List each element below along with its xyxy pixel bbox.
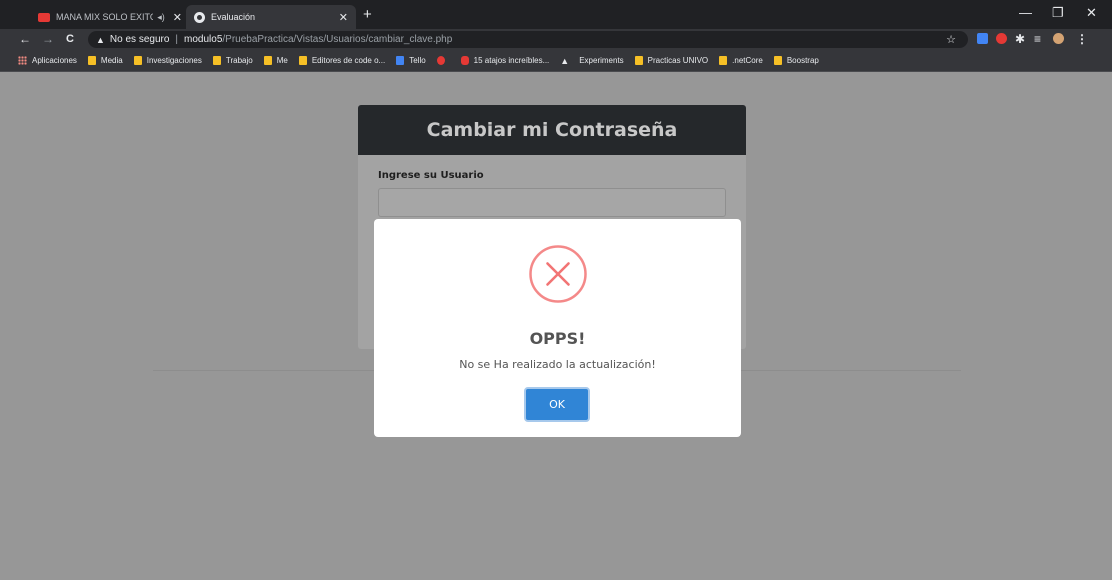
bookmark-label: Tello <box>409 56 426 65</box>
folder-icon <box>298 56 307 65</box>
warning-icon: ▲ <box>96 34 105 45</box>
bookmark-label: Me <box>276 56 288 65</box>
bookmark-netcore[interactable]: .netCore <box>719 56 763 65</box>
speaker-icon[interactable]: ◂) <box>157 12 165 23</box>
record-extension-icon[interactable] <box>996 33 1007 44</box>
globe-icon <box>194 11 205 23</box>
bookmark-editores[interactable]: Editores de code o... <box>298 56 386 65</box>
folder-icon <box>634 56 643 65</box>
browser-toolbar: ← → C ▲ No es seguro | modulo5/PruebaPra… <box>0 29 1112 50</box>
bookmark-label: Trabajo <box>225 56 253 65</box>
url-path: /PruebaPractica/Vistas/Usuarios/cambiar_… <box>222 34 453 45</box>
bookmark-label: Media <box>100 56 123 65</box>
tab-title: MANA MIX SOLO EXITOS - Y <box>56 12 153 22</box>
close-window-icon[interactable]: ✕ <box>1086 5 1097 21</box>
folder-icon <box>133 56 142 65</box>
bookmark-label: Boostrap <box>786 56 819 65</box>
new-tab-button[interactable]: + <box>363 6 372 23</box>
bookmark-tello[interactable]: Tello <box>396 56 426 65</box>
bookmark-label: Aplicaciones <box>32 56 77 65</box>
tab-close-icon[interactable]: ✕ <box>339 11 348 24</box>
bookmarks-bar: Aplicaciones Media Investigaciones Traba… <box>0 50 1112 72</box>
address-bar[interactable]: ▲ No es seguro | modulo5/PruebaPractica/… <box>88 31 968 48</box>
browser-title-bar: MANA MIX SOLO EXITOS - Y ◂) ✕ Evaluación… <box>0 0 1112 29</box>
bookmark-star-icon[interactable]: ☆ <box>946 33 956 46</box>
username-input[interactable] <box>378 188 726 217</box>
trello-icon <box>396 56 405 65</box>
bookmark-practicas-univo[interactable]: Practicas UNIVO <box>634 56 709 65</box>
bookmark-label: 15 atajos increíbles... <box>473 56 550 65</box>
bookmark-media[interactable]: Media <box>87 56 123 65</box>
gmail-icon <box>436 56 445 65</box>
error-dialog: OPPS! No se Ha realizado la actualizació… <box>374 219 741 437</box>
maximize-icon[interactable]: ❐ <box>1052 5 1064 21</box>
bookmark-label: Editores de code o... <box>311 56 386 65</box>
tab-evaluacion[interactable]: Evaluación ✕ <box>186 5 356 29</box>
reading-list-icon[interactable]: ≡ <box>1034 32 1041 46</box>
bookmark-investigaciones[interactable]: Investigaciones <box>133 56 202 65</box>
folder-icon <box>719 56 728 65</box>
menu-kebab-icon[interactable]: ⋮ <box>1076 32 1088 46</box>
bookmark-boostrap[interactable]: Boostrap <box>773 56 819 65</box>
forward-icon[interactable]: → <box>42 32 54 46</box>
youtube-icon <box>38 12 50 22</box>
folder-icon <box>212 56 221 65</box>
folder-icon <box>773 56 782 65</box>
bookmark-trabajo[interactable]: Trabajo <box>212 56 253 65</box>
bookmark-label: .netCore <box>732 56 763 65</box>
tab-youtube[interactable]: MANA MIX SOLO EXITOS - Y ◂) ✕ <box>30 5 190 29</box>
tab-close-icon[interactable]: ✕ <box>173 11 182 24</box>
bookmark-apps[interactable]: Aplicaciones <box>18 56 77 65</box>
dialog-title: OPPS! <box>529 329 586 348</box>
minimize-icon[interactable]: — <box>1019 5 1032 20</box>
bookmark-gmail[interactable] <box>436 56 450 65</box>
error-x-icon <box>529 245 587 303</box>
dialog-message: No se Ha realizado la actualización! <box>459 358 656 371</box>
extensions-puzzle-icon[interactable]: ✱ <box>1015 32 1025 46</box>
folder-icon <box>263 56 272 65</box>
bookmark-atajos[interactable]: 15 atajos increíbles... <box>460 56 550 65</box>
flask-icon: ▲ <box>560 55 570 66</box>
username-label: Ingrese su Usuario <box>378 170 484 181</box>
ok-button[interactable]: OK <box>524 387 590 422</box>
bookmark-me[interactable]: Me <box>263 56 288 65</box>
url-host: modulo5 <box>184 34 223 45</box>
address-separator: | <box>175 34 179 45</box>
page-title: Cambiar mi Contraseña <box>358 105 746 155</box>
bookmark-experiments[interactable]: ▲ Experiments <box>560 56 623 66</box>
bookmark-label: Practicas UNIVO <box>647 56 709 65</box>
folder-icon <box>87 56 96 65</box>
tab-title: Evaluación <box>211 12 256 22</box>
profile-avatar-icon[interactable] <box>1053 33 1064 44</box>
security-status[interactable]: No es seguro <box>110 34 169 45</box>
bookmark-label: Investigaciones <box>146 56 202 65</box>
back-icon[interactable]: ← <box>19 32 31 46</box>
apps-grid-icon <box>18 56 27 65</box>
translate-extension-icon[interactable] <box>977 33 988 44</box>
youtube-icon <box>460 56 469 65</box>
reload-icon[interactable]: C <box>66 33 74 45</box>
bookmark-label: Experiments <box>579 56 624 65</box>
